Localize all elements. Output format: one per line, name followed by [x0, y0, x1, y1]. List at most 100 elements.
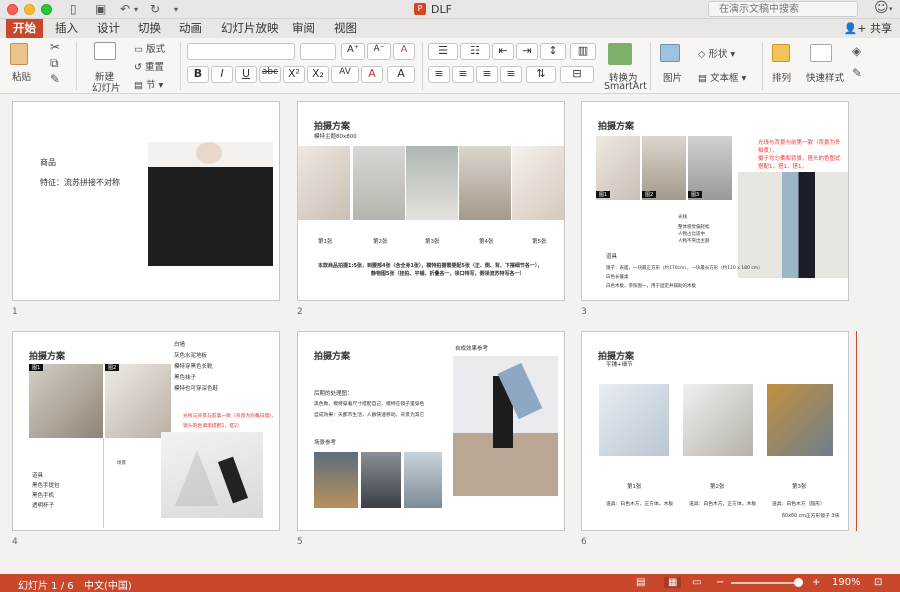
normal-view-icon[interactable]: ▤: [636, 577, 645, 588]
slide-line: 自成效果：天都市生活，人群快速移动，背景为其它: [314, 413, 425, 418]
save-icon[interactable]: ▣: [95, 2, 106, 16]
clear-format-button[interactable]: A: [393, 43, 415, 60]
paste-icon[interactable]: [10, 43, 28, 65]
align-text-button[interactable]: ⊟: [560, 66, 594, 83]
slide-bottom: 镜子：表面，一块最正方形（约170cm），一块最长方形（约110 x 180 c…: [606, 266, 763, 271]
picture-icon[interactable]: [660, 44, 680, 62]
photo-street-3: [404, 452, 442, 508]
tab-home[interactable]: 开始: [6, 19, 43, 38]
divider: [650, 42, 651, 90]
bold-button[interactable]: B: [187, 66, 209, 83]
increase-font-button[interactable]: A⁺: [341, 43, 365, 60]
zoom-out-button[interactable]: −: [716, 577, 724, 588]
language-indicator[interactable]: 中文(中国): [84, 577, 132, 592]
copy-icon[interactable]: ⧉: [50, 56, 59, 71]
slide-note-red: 光线与背景与前第一款（背景为外拍景），: [758, 140, 841, 154]
align-right-button[interactable]: ≡: [476, 66, 498, 83]
quick-style-icon[interactable]: [810, 44, 832, 62]
tab-design[interactable]: 设计: [90, 19, 127, 38]
indent-button[interactable]: ⇥: [516, 43, 538, 60]
justify-button[interactable]: ≡: [500, 66, 522, 83]
smiley-feedback-icon[interactable]: ☺: [874, 0, 889, 16]
redo-icon[interactable]: ↻: [150, 2, 160, 16]
columns-button[interactable]: ▥: [570, 43, 596, 60]
strike-button[interactable]: abc: [259, 66, 281, 83]
font-color-button[interactable]: A: [361, 66, 383, 83]
zoom-window-button[interactable]: [41, 4, 52, 15]
slide-thumbnail-2[interactable]: 拍摄方案 模特主题80x800 第1张 第2张 第3张 第4张 第5张 本款商品…: [297, 101, 565, 301]
align-left-button[interactable]: ≡: [428, 66, 450, 83]
smartart-icon[interactable]: [608, 43, 632, 65]
format-painter-icon[interactable]: ✎: [50, 72, 60, 86]
font-size-select[interactable]: [300, 43, 336, 60]
photo-street-1: [314, 452, 358, 508]
subscript-button[interactable]: X₂: [307, 66, 329, 83]
close-window-button[interactable]: [7, 4, 18, 15]
font-name-select[interactable]: [187, 43, 295, 60]
title-bar: ▯ ▣ ↶ ▾ ↻ ▾ P DLF ☺ ▾: [0, 0, 900, 19]
slide-sorter-view-icon[interactable]: ▦: [664, 577, 682, 588]
cut-icon[interactable]: ✂: [50, 40, 60, 54]
divider: [422, 42, 423, 90]
fill-color-icon[interactable]: ◈: [852, 44, 861, 58]
highlight-button[interactable]: A: [387, 66, 415, 83]
slide-title: 拍摄方案: [314, 122, 351, 132]
fit-to-window-icon[interactable]: ⊡: [874, 577, 882, 588]
divider: [76, 42, 77, 90]
slide-thumbnail-1[interactable]: 商品 特征：流苏拼接不对称: [12, 101, 280, 301]
new-slide-icon[interactable]: [94, 42, 116, 60]
char-spacing-button[interactable]: AV: [331, 66, 359, 83]
numbering-button[interactable]: ☷: [460, 43, 490, 60]
underline-button[interactable]: U: [235, 66, 257, 83]
slide-note-red: 摄于均匀柔和背景，搭头的色图式搭配1，搭1，搭1，: [758, 156, 841, 170]
undo-icon[interactable]: ↶: [120, 2, 130, 16]
zoom-slider-handle[interactable]: [794, 578, 803, 587]
outdent-button[interactable]: ⇤: [492, 43, 514, 60]
align-center-button[interactable]: ≡: [452, 66, 474, 83]
slide-thumbnail-4[interactable]: 拍摄方案 白墙 灰色水泥地板 模特穿黑色长靴 黑色袜子 模特也可穿深色鞋 图1 …: [12, 331, 280, 531]
section-button[interactable]: ▤ 节 ▾: [134, 77, 163, 91]
zoom-slider[interactable]: [731, 582, 801, 584]
new-slide-label-2: 幻灯片: [92, 83, 121, 94]
slide-thumbnail-6[interactable]: 拍摄方案 平铺+细节 第1张 第2张 第3张 道具：白色木方，正方体，木板 道具…: [581, 331, 849, 531]
arrange-icon[interactable]: [772, 44, 790, 62]
textbox-button[interactable]: ▤ 文本框 ▾: [698, 70, 746, 84]
layout-button[interactable]: ▭ 版式: [134, 41, 165, 55]
feedback-dropdown-icon[interactable]: ▾: [889, 5, 893, 13]
slide-bottom: 白色木板，参照图一，用于固定并辅助的木板: [606, 284, 696, 289]
decrease-font-button[interactable]: A⁻: [367, 43, 391, 60]
superscript-button[interactable]: X²: [283, 66, 305, 83]
photo-street-2: [361, 452, 401, 508]
line-color-icon[interactable]: ✎: [852, 66, 862, 80]
slide-subtitle: 模特主题80x800: [314, 134, 357, 140]
tab-animations[interactable]: 动画: [172, 19, 209, 38]
more-icon[interactable]: ▾: [174, 5, 178, 14]
zoom-in-button[interactable]: +: [812, 577, 820, 588]
text-direction-button[interactable]: ⇅: [526, 66, 556, 83]
bullets-button[interactable]: ☰: [428, 43, 458, 60]
slideshow-view-icon[interactable]: ▭: [692, 577, 701, 588]
slide-subtitle: 平铺+细节: [606, 362, 633, 368]
zoom-level[interactable]: 190%: [832, 577, 861, 588]
tab-view[interactable]: 视图: [327, 19, 364, 38]
search-input[interactable]: [708, 1, 858, 17]
sidebar-toggle-icon[interactable]: ▯: [70, 2, 77, 16]
tab-transitions[interactable]: 切换: [131, 19, 168, 38]
slide-bottom: 道具: [32, 473, 44, 479]
undo-dropdown-icon[interactable]: ▾: [134, 5, 138, 14]
shape-button[interactable]: ◇ 形状 ▾: [698, 46, 735, 60]
slide-title: 拍摄方案: [29, 352, 66, 362]
italic-button[interactable]: I: [211, 66, 233, 83]
slide-bottom: 白色长餐桌: [606, 275, 629, 280]
share-button[interactable]: 👤+ 共享: [844, 19, 892, 38]
tab-slideshow[interactable]: 幻灯片放映: [214, 19, 286, 38]
reset-button[interactable]: ↺ 重置: [134, 59, 164, 73]
photo-label: 第3张: [792, 484, 807, 490]
slide-thumbnail-3[interactable]: 拍摄方案 光线与背景与前第一款（背景为外拍景）， 摄于均匀柔和背景，搭头的色图式…: [581, 101, 849, 301]
tab-review[interactable]: 审阅: [285, 19, 322, 38]
minimize-window-button[interactable]: [24, 4, 35, 15]
tab-insert[interactable]: 插入: [48, 19, 85, 38]
slide-thumbnail-5[interactable]: 拍摄方案 自成效果参考 后期的处理图： 黑色数，模特穿着尺寸搭配自己，模特在镜子…: [297, 331, 565, 531]
line-spacing-button[interactable]: ↕: [540, 43, 566, 60]
quick-style-label: 快速样式: [806, 73, 845, 84]
